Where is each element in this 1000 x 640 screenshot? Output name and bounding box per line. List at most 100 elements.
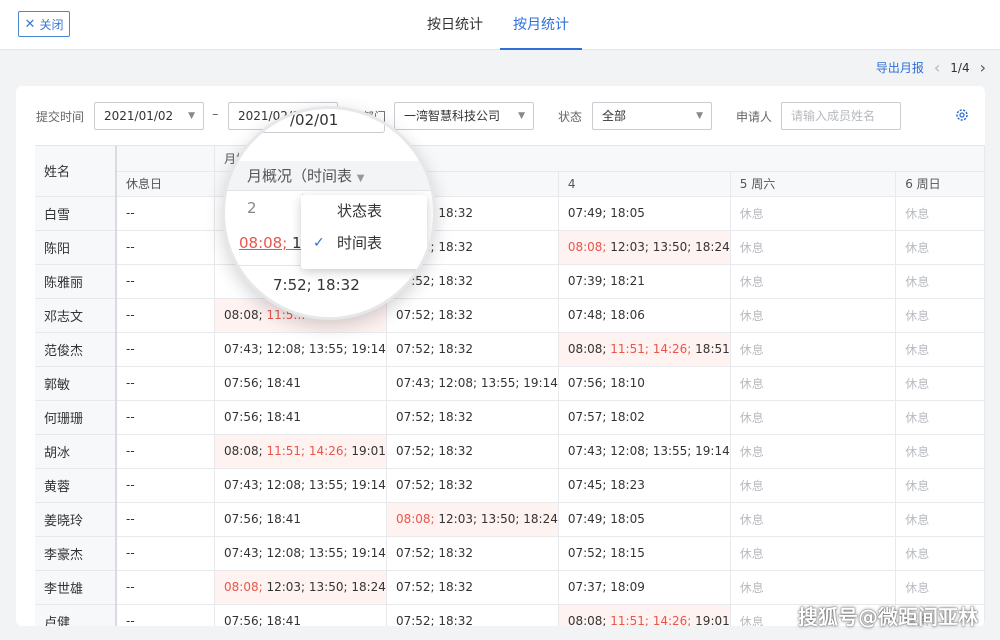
punch-time: 07:43; 12:08; 13:55; 19:14 xyxy=(224,342,386,356)
applicant-search-input[interactable]: 请输入成员姓名 xyxy=(781,102,901,130)
weekend-rest-cell: 休息 xyxy=(895,332,985,367)
table-row: 范俊杰 -- 07:43; 12:08; 13:55; 19:14 07:52; 18… xyxy=(35,332,985,367)
top-bar: ✕ 关闭 按日统计 按月统计 xyxy=(0,0,1000,50)
punch-time-cell: 07:52; 18:32 xyxy=(386,298,559,333)
punch-time-cell: 07:43; 12:08; 13:55; 19:14 xyxy=(214,536,387,571)
gear-icon[interactable] xyxy=(954,107,970,123)
weekend-rest-cell: 休息 xyxy=(895,196,985,231)
punch-time: 07:56; 18:10 xyxy=(567,376,645,390)
zoomed-time-row: 7:52; 18:32 xyxy=(233,265,433,294)
weekend-rest-cell: 休息 xyxy=(730,570,897,605)
pager: 导出月报 ‹ 1/4 › xyxy=(876,58,986,77)
punch-time: 12:03; 13:50; 18:24 xyxy=(606,240,730,254)
tab-daily-stats[interactable]: 按日统计 xyxy=(412,0,498,50)
page-indicator: 1/4 xyxy=(950,60,970,75)
punch-time: 19:01 xyxy=(347,444,386,458)
employee-name: 陈阳 xyxy=(35,230,118,265)
punch-time-cell: 07:56; 18:41 xyxy=(214,604,387,626)
rest-day-cell: -- xyxy=(116,196,216,231)
weekend-rest-cell: 休息 xyxy=(730,298,897,333)
punch-time-cell: 07:52; 18:32 xyxy=(386,400,559,435)
employee-name: 何珊珊 xyxy=(35,400,118,435)
watermark: 搜狐号@微距间亚林 xyxy=(798,605,978,629)
weekend-rest-cell: 休息 xyxy=(730,400,897,435)
chevron-down-icon: ▼ xyxy=(696,111,703,121)
employee-name: 李世雄 xyxy=(35,570,118,605)
status-value: 全部 xyxy=(602,109,627,123)
punch-time: 07:52; 18:32 xyxy=(395,444,473,458)
export-monthly-report-link[interactable]: 导出月报 xyxy=(876,59,924,76)
employee-name: 邓志文 xyxy=(35,298,118,333)
punch-time: 07:52; 18:32 xyxy=(395,580,473,594)
table-row: 邓志文 -- 08:08; 11:5… 07:52; 18:32 07:48; 18:0… xyxy=(35,298,985,333)
employee-name: 姜晓玲 xyxy=(35,502,118,537)
rest-day-header: 休息日 xyxy=(116,171,216,197)
punch-time: 07:52; 18:32 xyxy=(395,308,473,322)
punch-time-cell: 07:52; 18:32 xyxy=(386,536,559,571)
punch-time-cell: 07:56; 18:10 xyxy=(558,366,731,401)
punch-time: 07:56; 18:41 xyxy=(224,410,302,424)
option-time-table[interactable]: ✓ 时间表 xyxy=(301,227,427,259)
late-punch-time: 11:51; 14:26; xyxy=(606,342,692,356)
punch-time-cell: 08:08; 12:03; 13:50; 18:24 xyxy=(386,502,559,537)
tab-monthly-stats[interactable]: 按月统计 xyxy=(498,0,584,50)
punch-time-cell: 08:08; 11:51; 14:26; 18:51 xyxy=(558,332,731,367)
start-date-select[interactable]: 2021/01/02 ▼ xyxy=(94,102,204,130)
prev-page-icon[interactable]: ‹ xyxy=(934,58,940,77)
name-column-header: 姓名 xyxy=(35,146,118,197)
blank-header xyxy=(116,146,216,172)
attendance-table: 姓名 月概 休息日 4 5 周六 6 周日 白雪--07:52; 18:3207… xyxy=(35,145,985,626)
rest-day-cell: -- xyxy=(116,502,216,537)
weekend-rest-cell: 休息 xyxy=(895,366,985,401)
weekend-rest-cell: 休息 xyxy=(895,536,985,571)
punch-time-cell: 07:56; 18:41 xyxy=(214,400,387,435)
table-row: 郭敏 -- 07:56; 18:41 07:43; 12:08; 13:55; 19:… xyxy=(35,366,985,401)
chevron-down-icon: ▼ xyxy=(188,111,195,121)
punch-time: 07:52; 18:32 xyxy=(395,614,473,626)
dept-select[interactable]: 一湾智慧科技公司 ▼ xyxy=(394,102,534,130)
table-row: 何珊珊 -- 07:56; 18:41 07:52; 18:32 07:57; 18:0… xyxy=(35,400,985,435)
status-select[interactable]: 全部 ▼ xyxy=(592,102,712,130)
close-label: 关闭 xyxy=(39,17,64,32)
close-icon: ✕ xyxy=(24,16,36,32)
next-page-icon[interactable]: › xyxy=(980,58,986,77)
weekend-rest-cell: 休息 xyxy=(730,332,897,367)
weekend-rest-cell: 休息 xyxy=(895,264,985,299)
table-row: 胡冰 -- 08:08; 11:51; 14:26; 19:01 07:52; 18:… xyxy=(35,434,985,469)
weekend-rest-cell: 休息 xyxy=(895,230,985,265)
day-header: 6 周日 xyxy=(895,171,985,197)
date-range-dash: – xyxy=(212,107,219,122)
view-mode-dropdown: 状态表 ✓ 时间表 xyxy=(301,195,427,269)
late-punch-time: 11:51; 14:26; xyxy=(262,444,348,458)
submit-time-label: 提交时间 xyxy=(36,110,85,124)
punch-time: 07:45; 18:23 xyxy=(567,478,645,492)
punch-time-cell: 07:57; 18:02 xyxy=(558,400,731,435)
check-icon: ✓ xyxy=(313,235,325,251)
table-row: 陈阳 -- 07:52; 18:32 08:08; 12:03; 13:50; 18:… xyxy=(35,230,985,265)
filter-bar: 提交时间 2021/01/02 ▼ – 2021/02/01 部门 一湾智慧科技… xyxy=(16,102,985,130)
weekend-rest-cell: 休息 xyxy=(730,264,897,299)
punch-time-cell: 07:56; 18:41 xyxy=(214,502,387,537)
close-button[interactable]: ✕ 关闭 xyxy=(18,11,70,37)
punch-time-cell: 07:45; 18:23 xyxy=(558,468,731,503)
punch-time-cell: 07:56; 18:41 xyxy=(214,366,387,401)
punch-time-cell: 08:08; 12:03; 13:50; 18:24 xyxy=(214,570,387,605)
rest-day-cell: -- xyxy=(116,604,216,626)
weekend-rest-cell: 休息 xyxy=(895,400,985,435)
rest-day-cell: -- xyxy=(116,366,216,401)
punch-time: 07:52; 18:32 xyxy=(395,410,473,424)
punch-time-cell: 07:37; 18:09 xyxy=(558,570,731,605)
punch-time: 07:49; 18:05 xyxy=(567,512,645,526)
rest-day-cell: -- xyxy=(116,400,216,435)
punch-time-cell: 07:52; 18:32 xyxy=(386,434,559,469)
punch-time-cell: 07:48; 18:06 xyxy=(558,298,731,333)
rest-day-cell: -- xyxy=(116,570,216,605)
month-view-select[interactable]: 月概况（时间表 ▼ xyxy=(225,161,433,191)
punch-time: 08:08; xyxy=(567,614,607,626)
punch-time: 07:39; 18:21 xyxy=(567,274,645,288)
employee-name: 郭敏 xyxy=(35,366,118,401)
weekend-rest-cell: 休息 xyxy=(730,536,897,571)
punch-time: 18:51 xyxy=(691,342,730,356)
option-status-table[interactable]: 状态表 xyxy=(301,195,427,227)
punch-time: 07:56; 18:41 xyxy=(224,614,302,626)
